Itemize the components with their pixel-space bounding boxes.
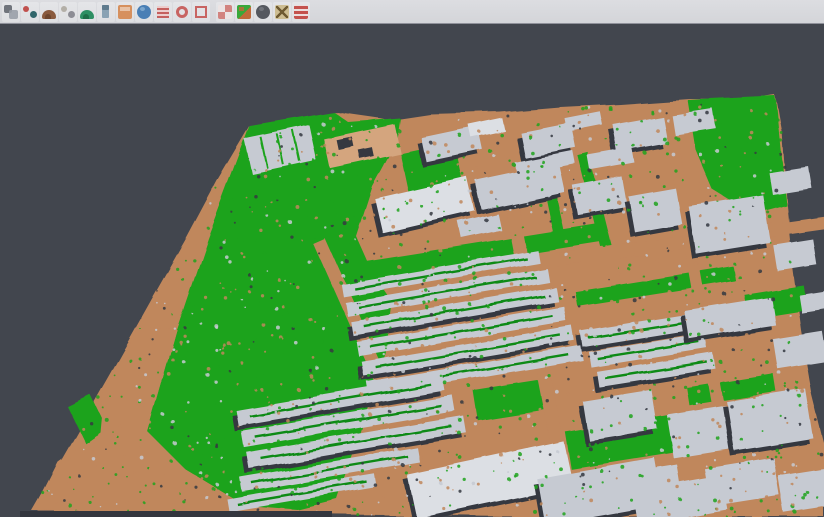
building-roof [667, 406, 733, 459]
project-tiles-button[interactable] [2, 2, 20, 22]
terrain-mound-button[interactable] [40, 2, 58, 22]
classification-colors-button[interactable] [235, 2, 253, 22]
ortho-tile-button[interactable] [116, 2, 134, 22]
classified-points-icon [22, 4, 38, 20]
app-window [0, 0, 824, 517]
green-terrain-icon [79, 4, 95, 20]
rect-selection-icon [193, 4, 209, 20]
project-tiles-icon [3, 4, 19, 20]
classification-colors-icon [236, 4, 252, 20]
ortho-tile-icon [117, 4, 133, 20]
profile-view-button[interactable] [97, 2, 115, 22]
terrain-mound-icon [41, 4, 57, 20]
section-cut-icon [274, 4, 290, 20]
toolbar [0, 0, 824, 24]
sparse-points-button[interactable] [59, 2, 77, 22]
red-layers-button[interactable] [154, 2, 172, 22]
rect-selection-button[interactable] [192, 2, 210, 22]
tile-filter-button[interactable] [216, 2, 234, 22]
globe-button[interactable] [135, 2, 153, 22]
red-stripes-icon [293, 4, 309, 20]
viewport-3d[interactable] [0, 0, 824, 517]
classified-points-button[interactable] [21, 2, 39, 22]
red-layers-icon [155, 4, 171, 20]
profile-view-icon [98, 4, 114, 20]
circle-selection-icon [174, 4, 190, 20]
cloud-bottom-shade [20, 511, 332, 517]
globe-icon [136, 4, 152, 20]
dark-sphere-button[interactable] [254, 2, 272, 22]
tile-filter-icon [217, 4, 233, 20]
dark-sphere-icon [255, 4, 271, 20]
circle-selection-button[interactable] [173, 2, 191, 22]
sparse-points-icon [60, 4, 76, 20]
green-terrain-button[interactable] [78, 2, 96, 22]
section-cut-button[interactable] [273, 2, 291, 22]
red-stripes-button[interactable] [292, 2, 310, 22]
